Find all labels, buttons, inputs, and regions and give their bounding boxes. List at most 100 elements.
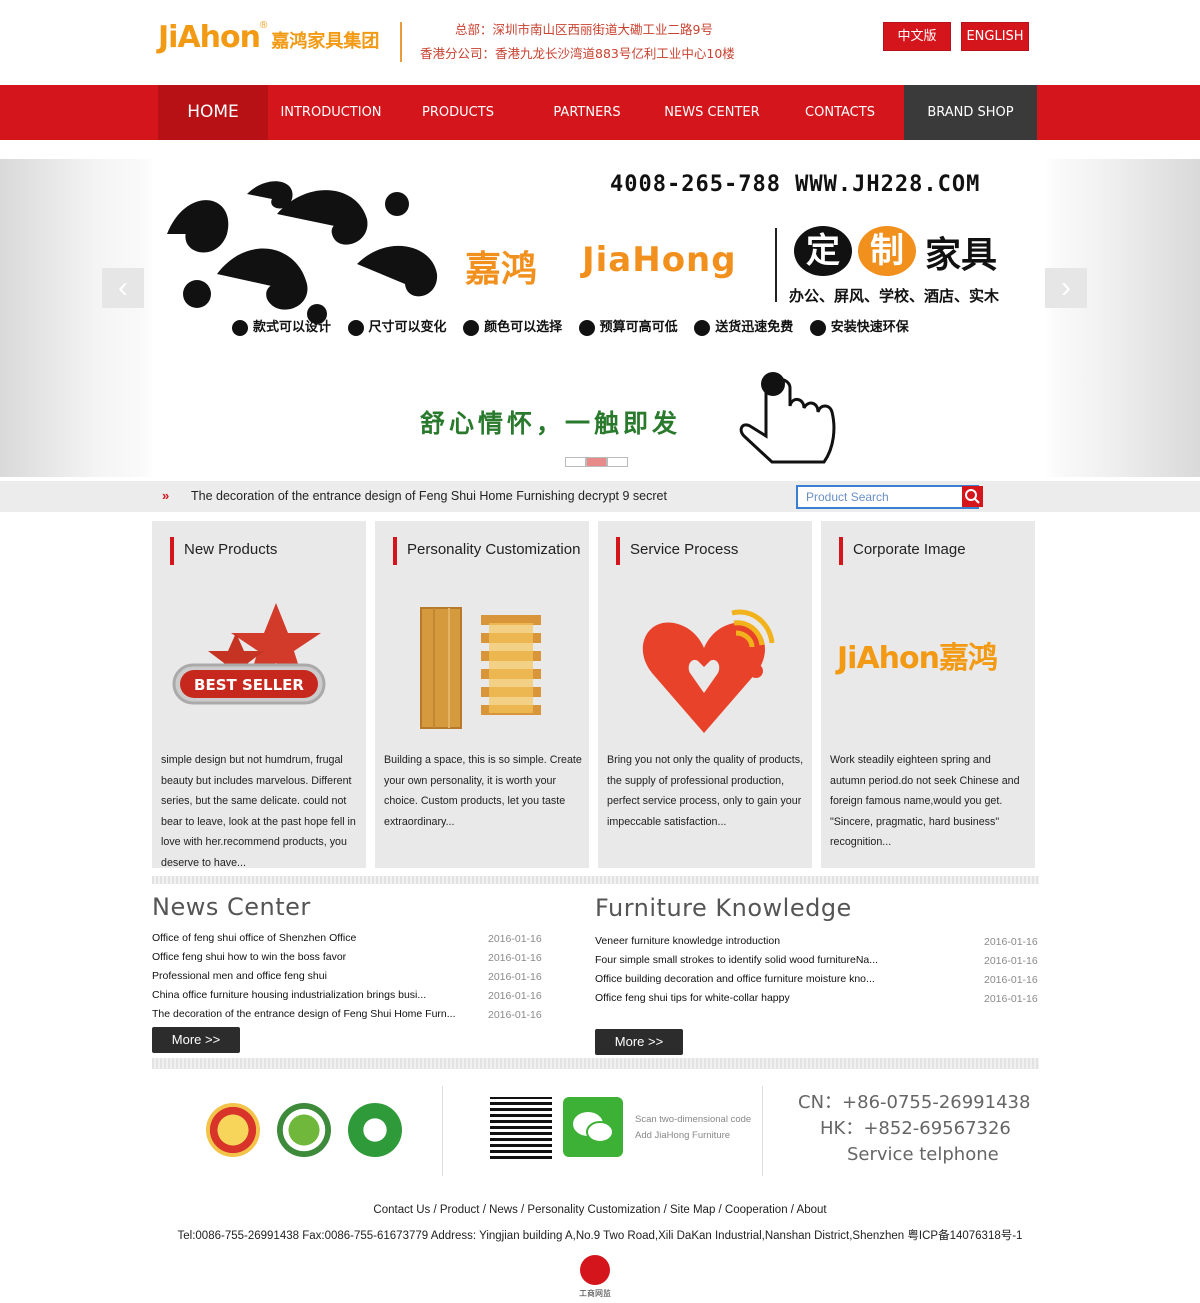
nav-news-center[interactable]: NEWS CENTER (655, 85, 769, 140)
banner-next-arrow[interactable]: › (1045, 268, 1087, 308)
knowledge-date: 2016-01-16 (984, 936, 1038, 948)
box-accent-bar (839, 537, 843, 565)
green-certification-badge[interactable] (348, 1103, 402, 1157)
slide-indicator-2[interactable] (586, 457, 607, 467)
feature-item: 款式可以设计 (232, 316, 331, 336)
eco-label-badge[interactable] (277, 1103, 331, 1157)
knowledge-date: 2016-01-16 (984, 974, 1038, 986)
logo-chinese-name: 嘉鸿家具集团 (271, 31, 380, 52)
nav-home[interactable]: HOME (158, 85, 268, 140)
feature-icon (694, 319, 711, 336)
feature-label: 送货迅速免费 (715, 320, 794, 335)
nav-introduction[interactable]: INTRODUCTION (270, 85, 392, 140)
ticker-headline[interactable]: The decoration of the entrance design of… (191, 489, 667, 503)
gov-shield-icon[interactable] (580, 1255, 610, 1285)
banner-ding-circle: 定 (794, 226, 852, 276)
box-accent-bar (616, 537, 620, 565)
lang-chinese-button[interactable]: 中文版 (883, 22, 951, 51)
furniture-knowledge-title: Furniture Knowledge (595, 894, 852, 922)
banner-features: 款式可以设计 尺寸可以变化 颜色可以选择 预算可高可低 送货迅速免费 安装快速环… (232, 316, 1032, 338)
feature-icon (578, 319, 595, 336)
slide-indicator-1[interactable] (565, 457, 586, 467)
nav-brand-shop[interactable]: BRAND SHOP (904, 85, 1037, 140)
feature-item: 安装快速环保 (809, 316, 909, 336)
feature-label: 安装快速环保 (830, 320, 909, 335)
corporate-logo-image: JiAhon嘉鸿 (837, 641, 998, 676)
feature-item: 颜色可以选择 (463, 316, 562, 336)
knowledge-item[interactable]: Office feng shui tips for white-collar h… (595, 989, 790, 1008)
box-service-process[interactable]: Service Process Bring you not only the q… (598, 521, 812, 868)
news-item[interactable]: China office furniture housing industria… (152, 986, 426, 1005)
nav-contacts[interactable]: CONTACTS (786, 85, 894, 140)
ticker-arrow-icon: » (162, 488, 170, 503)
feature-item: 尺寸可以变化 (347, 316, 447, 336)
product-search-input[interactable]: Product Search (796, 485, 979, 509)
slide-indicator-3[interactable] (607, 457, 628, 467)
best-seller-label: BEST SELLER (194, 676, 304, 694)
scan-line-1: Scan two-dimensional code (635, 1114, 752, 1125)
box-description: Building a space, this is so simple. Cre… (384, 754, 582, 828)
box-description: simple design but not humdrum, frugal be… (161, 754, 356, 869)
news-date: 2016-01-16 (488, 990, 542, 1002)
news-item[interactable]: Office feng shui how to win the boss fav… (152, 948, 346, 967)
lang-english-button[interactable]: ENGLISH (961, 22, 1029, 51)
banner-jiaju: 家具 (925, 235, 998, 276)
feature-label: 尺寸可以变化 (368, 320, 447, 335)
gov-badge-text: 工商网监 (579, 1289, 611, 1298)
footer-separator (152, 1058, 1039, 1069)
news-item[interactable]: Office of feng shui office of Shenzhen O… (152, 929, 356, 948)
box-corporate-image[interactable]: Corporate Image JiAhon嘉鸿 Work steadily e… (821, 521, 1035, 868)
box-description: Work steadily eighteen spring and autumn… (830, 754, 1020, 848)
heart-headset-icon (642, 609, 775, 733)
search-icon (965, 489, 980, 504)
feature-label: 颜色可以选择 (484, 320, 563, 335)
banner-categories: 办公、屏风、学校、酒店、实木 (789, 287, 1000, 305)
footer-address: Tel:0086-755-26991438 Fax:0086-755-61673… (177, 1230, 1023, 1242)
banner-brand-en: JiaHong (582, 240, 737, 280)
scan-line-2: Add JiaHong Furniture (635, 1130, 731, 1141)
wechat-icon[interactable] (563, 1097, 623, 1157)
footer-divider (442, 1086, 443, 1176)
service-telephone-label: Service telphone (847, 1144, 999, 1165)
knowledge-item[interactable]: Four simple small strokes to identify so… (595, 951, 878, 970)
box-description: Bring you not only the quality of produc… (607, 754, 804, 828)
banner-phone-url: 4008-265-788 WWW.JH228.COM (610, 172, 981, 197)
header-address: 总部：深圳市南山区西丽街道大磡工业二路9号 香港分公司：香港九龙长沙湾道883号… (420, 18, 735, 66)
feature-item: 预算可高可低 (578, 316, 678, 336)
box-personality-customization[interactable]: Personality Customization Building a spa… (375, 521, 589, 868)
nav-partners[interactable]: PARTNERS (535, 85, 639, 140)
knowledge-item[interactable]: Office building decoration and office fu… (595, 970, 875, 989)
knowledge-item[interactable]: Veneer furniture knowledge introduction (595, 932, 780, 951)
feature-label: 预算可高可低 (599, 320, 678, 335)
site-logo[interactable]: JiAhon®嘉鸿家具集团 (158, 20, 388, 66)
nav-products[interactable]: PRODUCTS (400, 85, 516, 140)
news-date: 2016-01-16 (488, 971, 542, 983)
box-new-products[interactable]: New Products BEST SELLER simple design b… (152, 521, 366, 869)
address-hk: 香港分公司：香港九龙长沙湾道883号亿利工业中心10楼 (420, 46, 735, 61)
feature-icon (463, 319, 480, 336)
news-item[interactable]: The decoration of the entrance design of… (152, 1005, 456, 1024)
hand-pointer-icon (739, 372, 836, 464)
banner-divider (775, 228, 777, 302)
logo-wordmark: JiAhon (158, 20, 261, 55)
news-date: 2016-01-16 (488, 933, 542, 945)
logo-registered-mark: ® (260, 20, 268, 31)
box-title: Service Process (630, 541, 739, 558)
banner-prev-arrow[interactable]: ‹ (102, 268, 144, 308)
footer-links[interactable]: Contact Us / Product / News / Personalit… (0, 1204, 1200, 1216)
box-accent-bar (170, 537, 174, 565)
feature-icon (232, 319, 248, 336)
address-hq: 总部：深圳市南山区西丽街道大磡工业二路9号 (455, 22, 713, 37)
qr-code-image (490, 1097, 552, 1159)
news-center-title: News Center (152, 893, 311, 921)
search-button[interactable] (962, 486, 983, 507)
service-telephone-block: CN：+86-0755-26991438 HK：+852-69567326 Se… (798, 1090, 1030, 1168)
trademark-badge[interactable] (206, 1103, 260, 1157)
wooden-lamp-image (420, 607, 541, 729)
knowledge-more-button[interactable]: More >> (595, 1029, 683, 1055)
banner-slogan: 舒心情怀，一触即发 (420, 409, 682, 438)
feature-label: 款式可以设计 (253, 320, 332, 335)
news-item[interactable]: Professional men and office feng shui (152, 967, 327, 986)
box-title: Corporate Image (853, 541, 966, 558)
news-more-button[interactable]: More >> (152, 1027, 240, 1053)
